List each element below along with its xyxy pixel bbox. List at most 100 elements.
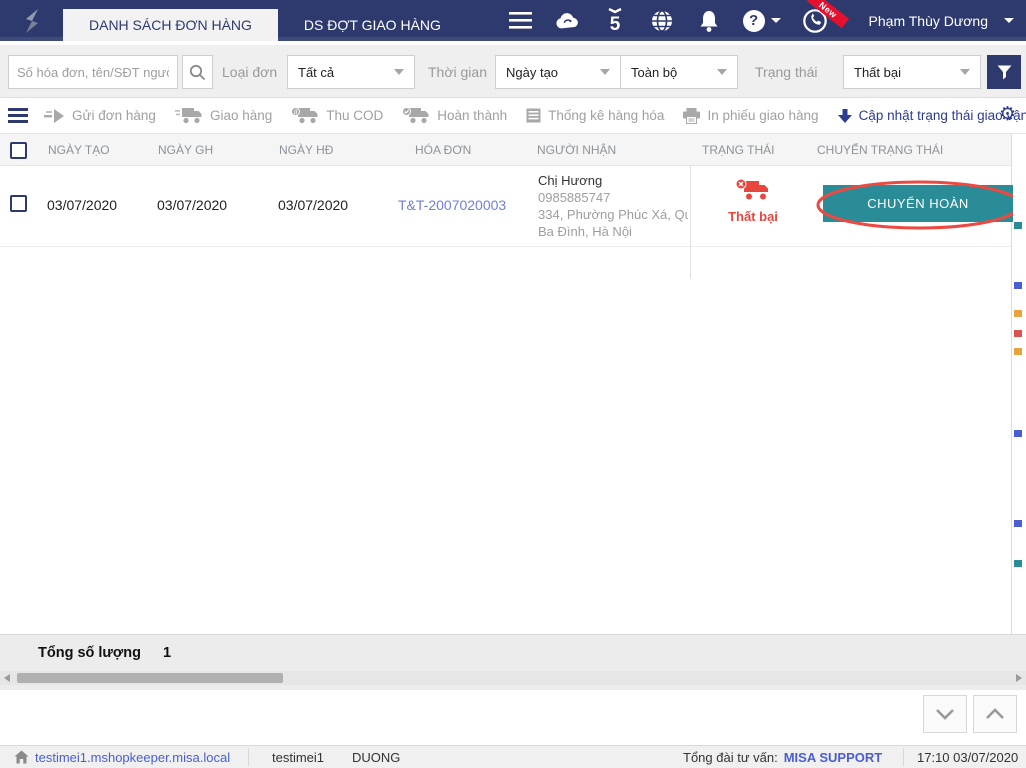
complete-button[interactable]: Hoàn thành	[402, 107, 507, 124]
cloud-sync-icon[interactable]	[555, 8, 581, 34]
total-value: 1	[162, 645, 172, 661]
table-row[interactable]: 03/07/2020 03/07/2020 03/07/2020 T&T-200…	[0, 166, 1022, 279]
tab-danh-sach-don-hang[interactable]: DANH SÁCH ĐƠN HÀNG	[63, 9, 278, 41]
account-name: testimei1	[272, 749, 325, 765]
time-label: Thời gian	[428, 63, 487, 80]
clipped-fragment	[1014, 560, 1022, 567]
clipped-fragment	[1014, 430, 1022, 437]
horizontal-scrollbar[interactable]	[0, 671, 1026, 685]
funnel-icon	[997, 65, 1011, 79]
user-code: DUONG	[352, 749, 401, 765]
help-icon[interactable]: ?	[742, 8, 781, 34]
order-type-select[interactable]: Tất cả	[287, 55, 415, 89]
update-shipping-status-button[interactable]: Cập nhật trạng thái giao vận	[837, 108, 1026, 123]
action-toolbar: Gửi đơn hàng Giao hàng đ Thu COD Hoàn th…	[0, 98, 1026, 134]
user-menu[interactable]: Phạm Thùy Dương	[869, 13, 1020, 29]
svg-text:5: 5	[609, 14, 620, 34]
col-nguoi-nhan[interactable]: NGƯỜI NHẬN	[537, 134, 616, 166]
order-type-value: Tất cả	[298, 64, 335, 80]
chuyen-hoan-button[interactable]: CHUYỂN HOÀN	[823, 185, 1013, 222]
toolbar-label: Thống kê hàng hóa	[548, 108, 665, 123]
order-type-label: Loại đơn	[222, 63, 278, 80]
delivery-date: 03/07/2020	[157, 197, 228, 213]
home-icon[interactable]	[14, 750, 29, 764]
arrow-down-icon	[837, 108, 852, 123]
bell-icon[interactable]	[696, 8, 722, 34]
help-glyph: ?	[742, 9, 765, 32]
status-label: Trạng thái	[755, 63, 818, 80]
tab-ds-dot-giao-hang[interactable]: DS ĐỢT GIAO HÀNG	[278, 9, 467, 41]
support-link[interactable]: MISA SUPPORT	[784, 750, 882, 765]
total-label: Tổng số lượng	[38, 645, 141, 661]
col-chuyen-trang-thai[interactable]: CHUYỂN TRẠNG THÁI	[817, 134, 943, 166]
toolbar-label: Gửi đơn hàng	[72, 108, 156, 123]
orders-grid: NGÀY TẠO NGÀY GH NGÀY HĐ HÓA ĐƠN NGƯỜI N…	[0, 134, 1022, 634]
toolbar-label: Giao hàng	[209, 108, 273, 123]
col-ngay-hd[interactable]: NGÀY HĐ	[279, 134, 333, 166]
divider	[903, 748, 904, 766]
user-name: Phạm Thùy Dương	[868, 12, 988, 29]
search-input[interactable]	[8, 55, 178, 89]
deliver-button[interactable]: Giao hàng	[174, 107, 273, 124]
failed-truck-icon	[735, 178, 768, 200]
grid-header: NGÀY TẠO NGÀY GH NGÀY HĐ HÓA ĐƠN NGƯỜI N…	[0, 134, 1011, 166]
send-order-button[interactable]: Gửi đơn hàng	[44, 108, 156, 123]
toolbar-label: Hoàn thành	[437, 108, 508, 123]
clipped-fragment	[1014, 282, 1022, 289]
phone-support-icon[interactable]: New	[802, 0, 849, 34]
chevron-down-icon	[394, 69, 404, 75]
tab-label: DANH SÁCH ĐƠN HÀNG	[89, 17, 252, 33]
invoice-link[interactable]: T&T-2007020003	[398, 197, 506, 213]
shop5-logo-icon[interactable]: 5	[602, 7, 628, 34]
invoice-date: 03/07/2020	[278, 197, 349, 213]
tab-label: DS ĐỢT GIAO HÀNG	[303, 17, 441, 33]
col-ngay-tao[interactable]: NGÀY TẠO	[48, 134, 110, 166]
site-url-link[interactable]: testimei1.mshopkeeper.misa.local	[35, 750, 230, 765]
row-checkbox-cell	[10, 195, 27, 212]
support-section: Tổng đài tư vấn: MISA SUPPORT	[683, 746, 882, 768]
time-field-select[interactable]: Ngày tạo	[495, 55, 621, 89]
select-all-checkbox-cell	[10, 134, 27, 166]
send-icon	[44, 108, 64, 123]
clipped-fragment	[1014, 520, 1022, 527]
status-select[interactable]: Thất bại	[843, 55, 981, 89]
collect-cod-button[interactable]: đ Thu COD	[291, 107, 383, 124]
print-delivery-note-button[interactable]: In phiếu giao hàng	[683, 107, 819, 124]
support-label: Tổng đài tư vấn:	[683, 749, 778, 765]
created-date: 03/07/2020	[47, 197, 118, 213]
globe-icon[interactable]	[649, 8, 675, 34]
scroll-left-arrow-icon[interactable]	[4, 674, 10, 682]
column-divider	[690, 166, 691, 279]
status-bar: testimei1.mshopkeeper.misa.local testime…	[0, 745, 1026, 768]
grid-menu-icon[interactable]	[8, 108, 28, 123]
time-range-select[interactable]: Toàn bộ	[620, 55, 738, 89]
nav-right-icons: 5 ? New Phạm Thùy Dương	[508, 0, 1020, 41]
col-trang-thai[interactable]: TRẠNG THÁI	[702, 134, 774, 166]
col-hoa-don[interactable]: HÓA ĐƠN	[415, 134, 471, 166]
total-count: Tổng số lượng 1	[38, 645, 171, 661]
menu-icon[interactable]	[508, 8, 534, 34]
nav-tabs: DANH SÁCH ĐƠN HÀNG DS ĐỢT GIAO HÀNG	[63, 9, 467, 41]
goods-stats-button[interactable]: Thống kê hàng hóa	[526, 108, 664, 123]
chevron-down-icon	[936, 709, 954, 720]
col-ngay-gh[interactable]: NGÀY GH	[158, 134, 213, 166]
status-cell: Thất bại	[722, 178, 784, 224]
truck-icon	[174, 108, 202, 124]
scroll-down-button[interactable]	[923, 695, 967, 733]
select-all-checkbox[interactable]	[10, 141, 27, 159]
clipped-fragment	[1014, 222, 1022, 229]
filter-button[interactable]	[987, 55, 1021, 89]
scroll-up-button[interactable]	[973, 695, 1017, 733]
scrollbar-thumb[interactable]	[17, 673, 283, 683]
row-checkbox[interactable]	[10, 195, 27, 212]
scroll-right-arrow-icon[interactable]	[1016, 674, 1022, 682]
clipped-fragment	[1014, 310, 1022, 317]
time-field-value: Ngày tạo	[506, 64, 559, 80]
status-value: Thất bại	[854, 64, 901, 80]
clipped-fragment	[1014, 348, 1022, 355]
grid-footer: Tổng số lượng 1	[0, 634, 1026, 690]
recipient-address-2: Ba Đình, Hà Nội	[538, 224, 632, 239]
search-button[interactable]	[182, 55, 213, 89]
settings-gear-icon[interactable]: ⚙	[999, 103, 1016, 125]
top-navbar: DANH SÁCH ĐƠN HÀNG DS ĐỢT GIAO HÀNG 5 ? …	[0, 0, 1026, 41]
